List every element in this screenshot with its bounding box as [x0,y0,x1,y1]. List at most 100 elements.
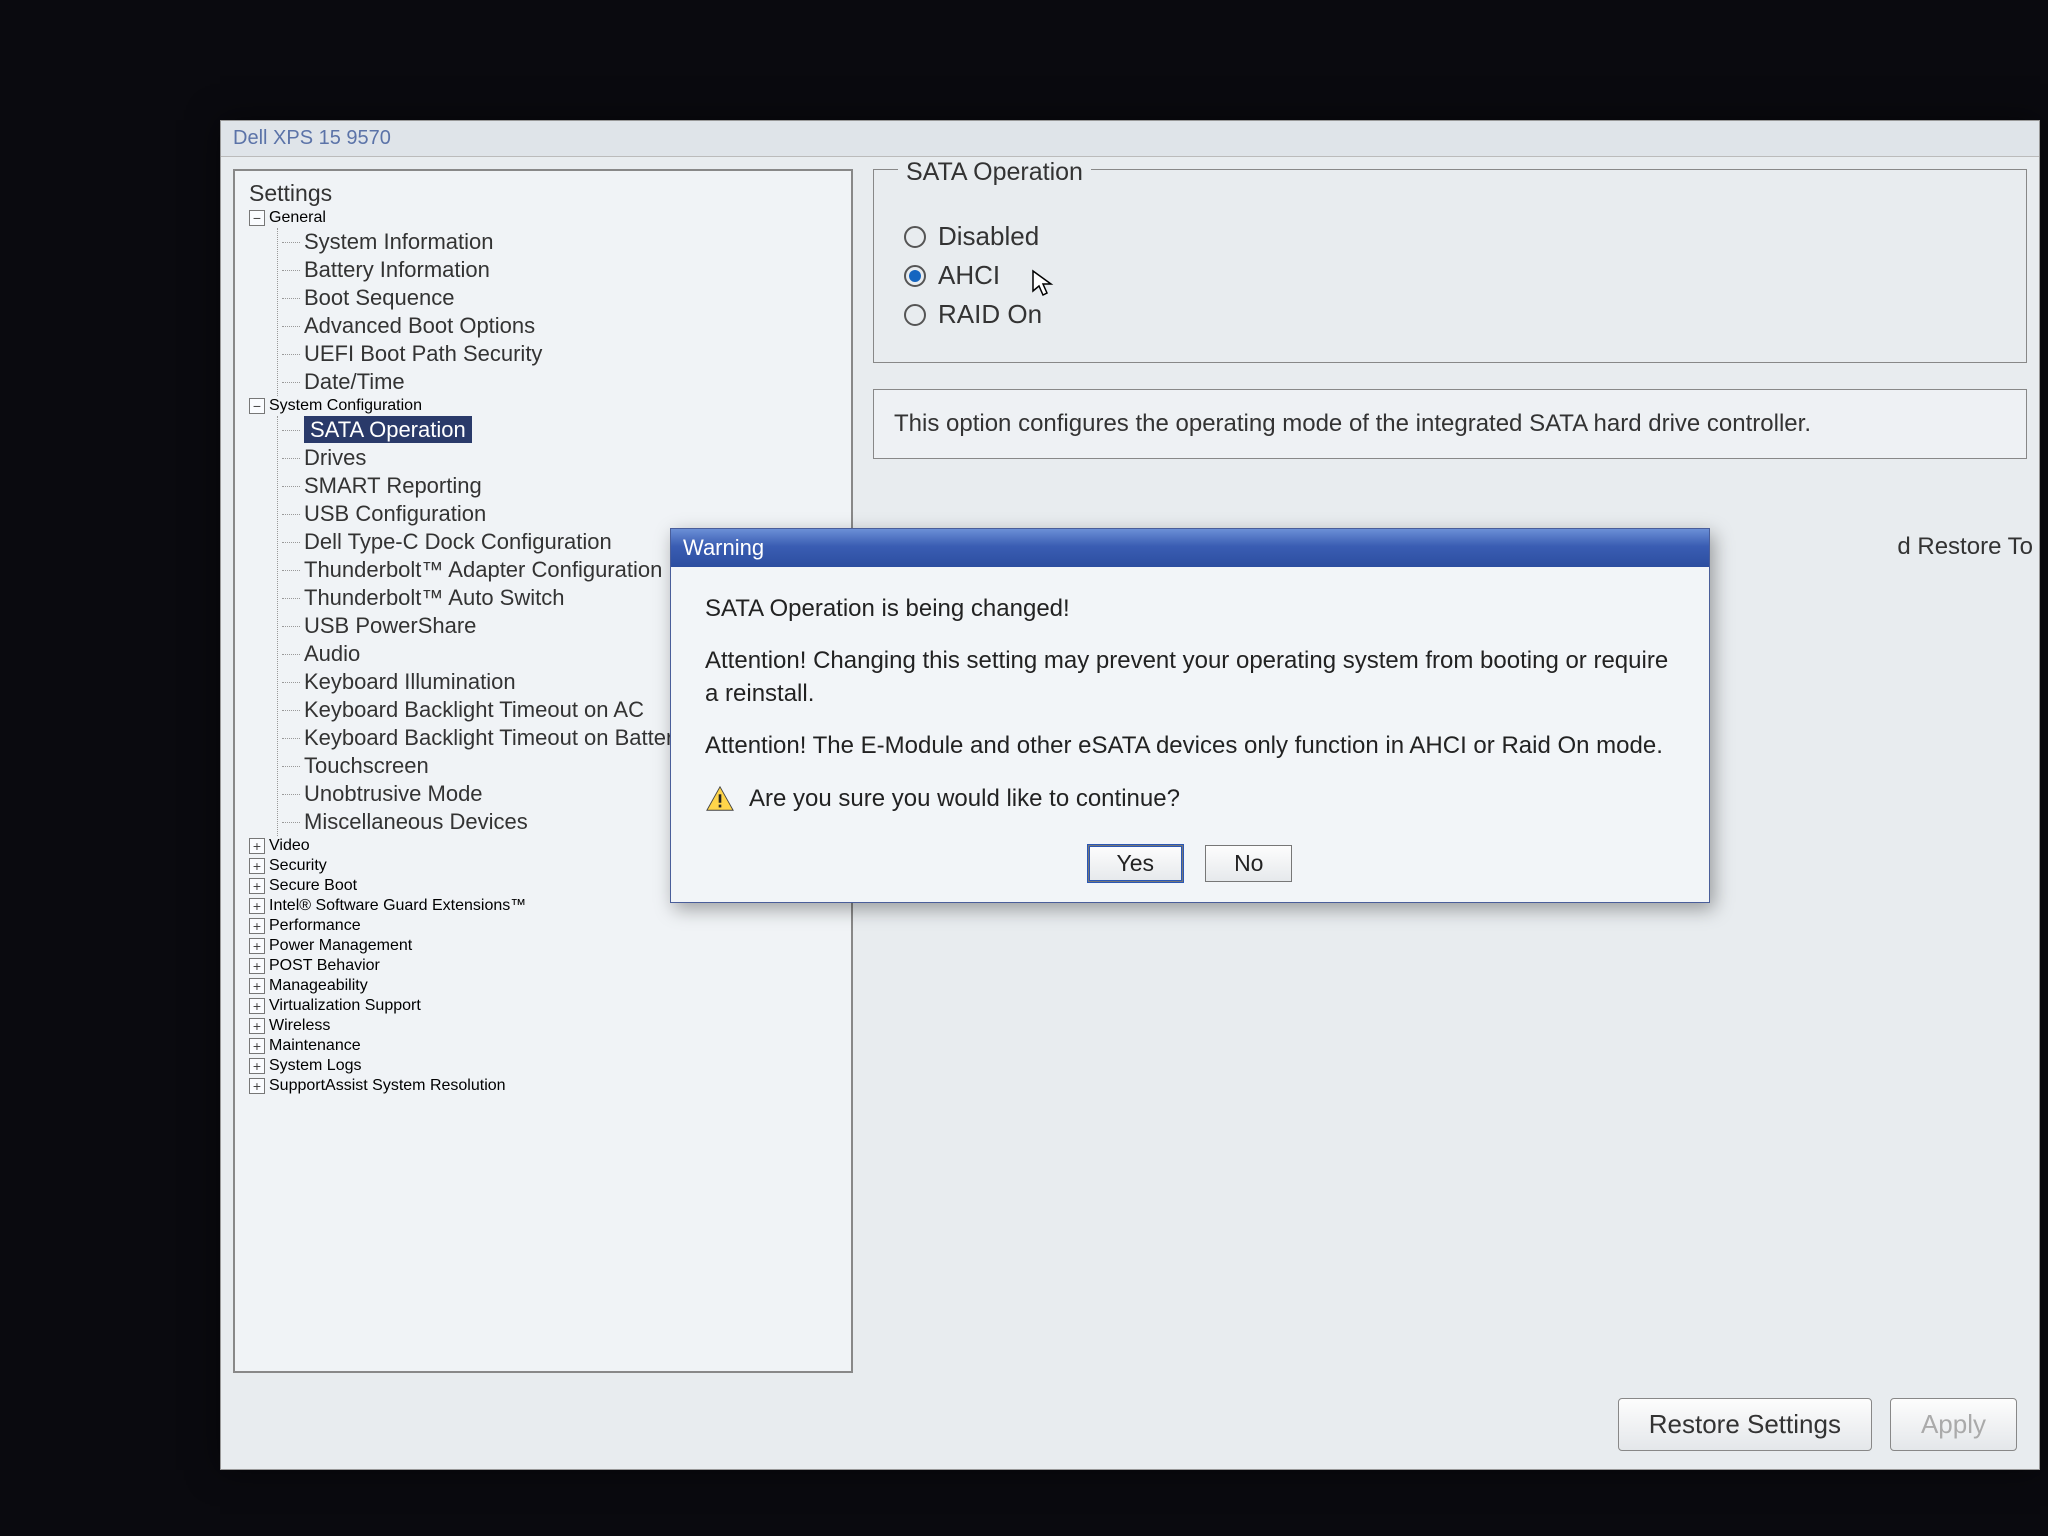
radio-button[interactable] [904,226,926,248]
tree-category[interactable]: −General [249,208,845,228]
tree-item[interactable]: SMART Reporting [282,472,845,500]
expand-icon[interactable]: + [249,1038,265,1054]
tree-category[interactable]: −System Configuration [249,396,845,416]
tree-item-label: Keyboard Illumination [304,669,516,694]
tree-item-label: Thunderbolt™ Auto Switch [304,585,564,610]
expand-icon[interactable]: + [249,958,265,974]
tree-category-label: Security [269,857,327,875]
expand-icon[interactable]: + [249,898,265,914]
tree-category[interactable]: +Wireless [249,1016,845,1036]
dialog-paragraph-2: Attention! The E-Module and other eSATA … [705,730,1675,762]
dialog-heading: SATA Operation is being changed! [705,593,1675,625]
radio-label: RAID On [938,299,1042,330]
tree-category-label: Power Management [269,937,412,955]
tree-item[interactable]: Boot Sequence [282,284,845,312]
tree-category-label: Virtualization Support [269,997,421,1015]
group-title: SATA Operation [898,158,1091,187]
tree-category-label: General [269,209,326,227]
tree-category-label: Performance [269,917,361,935]
tree-item-label: Audio [304,641,360,666]
tree-category-label: Manageability [269,977,368,995]
tree-item[interactable]: Date/Time [282,368,845,396]
tree-children: System InformationBattery Information Boo… [277,228,845,396]
dialog-paragraph-1: Attention! Changing this setting may pre… [705,645,1675,710]
warning-icon [705,784,735,814]
dialog-title: Warning [671,529,1709,567]
sata-option-row[interactable]: RAID On [904,295,2002,334]
collapse-icon[interactable]: − [249,398,265,414]
expand-icon[interactable]: + [249,878,265,894]
dialog-confirm-text: Are you sure you would like to continue? [749,783,1180,815]
expand-icon[interactable]: + [249,998,265,1014]
tree-item[interactable]: Advanced Boot Options [282,312,845,340]
tree-item-label: UEFI Boot Path Security [304,341,542,366]
tree-category-label: Maintenance [269,1037,361,1055]
window-title: Dell XPS 15 9570 [221,121,2039,157]
tree-category[interactable]: +System Logs [249,1056,845,1076]
tree-item-label: Touchscreen [304,753,429,778]
tree-item-label: SMART Reporting [304,473,482,498]
tree-item[interactable]: Drives [282,444,845,472]
warning-dialog: Warning SATA Operation is being changed!… [670,528,1710,903]
tree-item-label: USB Configuration [304,501,486,526]
tree-category[interactable]: +SupportAssist System Resolution [249,1076,845,1096]
radio-label: AHCI [938,260,1000,291]
sata-radio-group: Disabled AHCI RAID On [898,217,2002,334]
tree-item-label: Unobtrusive Mode [304,781,483,806]
tree-category[interactable]: +Maintenance [249,1036,845,1056]
tree-category-label: System Logs [269,1057,361,1075]
sata-option-row[interactable]: AHCI [904,256,2002,295]
tree-category-label: Video [269,837,310,855]
sata-operation-group: SATA Operation DisabledAHCIRAID On [873,169,2027,363]
tree-item-label: Thunderbolt™ Adapter Configuration [304,557,662,582]
footer-bar: Restore Settings Apply [1618,1398,2017,1451]
tree-category[interactable]: +Performance [249,916,845,936]
tree-item[interactable]: USB Configuration [282,500,845,528]
tree-item-label: Battery Information [304,257,490,282]
option-description: This option configures the operating mod… [873,389,2027,459]
tree-category-label: SupportAssist System Resolution [269,1077,506,1095]
tree-item-label: Boot Sequence [304,285,454,310]
radio-button[interactable] [904,304,926,326]
yes-button[interactable]: Yes [1088,845,1184,882]
dialog-body: SATA Operation is being changed! Attenti… [671,567,1709,837]
tree-item[interactable]: SATA Operation [282,416,845,444]
collapse-icon[interactable]: − [249,210,265,226]
tree-root-label[interactable]: Settings [249,179,845,208]
tree-item-label: Drives [304,445,366,470]
expand-icon[interactable]: + [249,918,265,934]
expand-icon[interactable]: + [249,1018,265,1034]
no-button[interactable]: No [1205,845,1292,882]
tree-category-label: Secure Boot [269,877,357,895]
apply-button[interactable]: Apply [1890,1398,2017,1451]
tree-item[interactable]: UEFI Boot Path Security [282,340,845,368]
tree-category[interactable]: +Virtualization Support [249,996,845,1016]
tree-category[interactable]: +Manageability [249,976,845,996]
tree-category[interactable]: +POST Behavior [249,956,845,976]
tree-category-label: Wireless [269,1017,330,1035]
expand-icon[interactable]: + [249,1058,265,1074]
dialog-confirm-row: Are you sure you would like to continue? [705,783,1675,815]
tree-item[interactable]: Battery Information [282,256,845,284]
tree-item[interactable]: System Information [282,228,845,256]
tree-category-label: POST Behavior [269,957,380,975]
expand-icon[interactable]: + [249,1078,265,1094]
expand-icon[interactable]: + [249,978,265,994]
tree-category-label: Intel® Software Guard Extensions™ [269,897,526,915]
tree-item-label: Advanced Boot Options [304,313,535,338]
tree-category[interactable]: +Power Management [249,936,845,956]
expand-icon[interactable]: + [249,838,265,854]
tree-item-label: SATA Operation [304,416,472,443]
expand-icon[interactable]: + [249,858,265,874]
tree-item-label: Date/Time [304,369,405,394]
truncated-text: d Restore To [1887,529,2033,565]
restore-settings-button[interactable]: Restore Settings [1618,1398,1872,1451]
tree-item-label: Keyboard Backlight Timeout on AC [304,697,644,722]
tree-item-label: USB PowerShare [304,613,476,638]
radio-button[interactable] [904,265,926,287]
tree-item-label: Keyboard Backlight Timeout on Battery [304,725,684,750]
tree-category-label: System Configuration [269,397,422,415]
radio-label: Disabled [938,221,1039,252]
sata-option-row[interactable]: Disabled [904,217,2002,256]
expand-icon[interactable]: + [249,938,265,954]
